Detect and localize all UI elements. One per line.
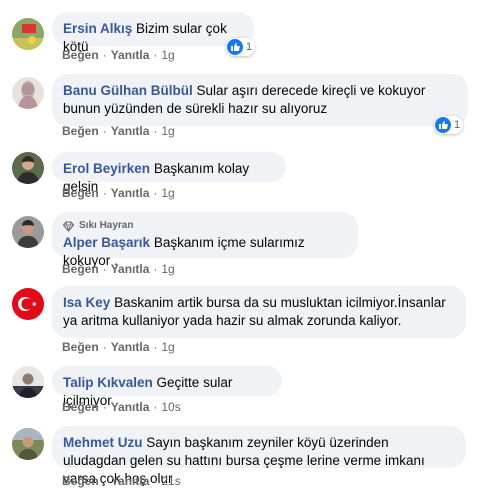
reply-button[interactable]: Yanıtla [111, 474, 150, 488]
reaction-number: 1 [454, 119, 461, 131]
comment-author[interactable]: Talip Kıkvalen [63, 375, 153, 390]
avatar[interactable] [12, 152, 44, 184]
comment-time[interactable]: 1g [161, 340, 174, 354]
separator: · [102, 474, 107, 488]
like-button[interactable]: Beğen [62, 48, 99, 62]
like-button[interactable]: Beğen [62, 340, 99, 354]
separator: · [153, 48, 158, 62]
comment-author[interactable]: Mehmet Uzu [63, 435, 143, 450]
avatar[interactable] [12, 77, 44, 109]
comment-bubble: Ersin Alkış Bizim sular çok kötü [52, 12, 254, 54]
separator: · [153, 262, 158, 276]
comment-author[interactable]: Isa Key [63, 295, 110, 310]
comment-author[interactable]: Erol Beyirken [63, 161, 150, 176]
comment-time[interactable]: 1g [161, 48, 174, 62]
comment-time[interactable]: 1g [161, 124, 174, 138]
reaction-count[interactable]: 1 [226, 38, 256, 56]
reply-button[interactable]: Yanıtla [111, 48, 150, 62]
comment-time[interactable]: 10s [161, 400, 180, 414]
like-button[interactable]: Beğen [62, 400, 99, 414]
avatar[interactable] [12, 288, 44, 320]
comment-author[interactable]: Alper Başarık [63, 235, 150, 250]
like-button[interactable]: Beğen [62, 186, 99, 200]
separator: · [102, 340, 107, 354]
comment-author[interactable]: Banu Gülhan Bülbül [63, 83, 193, 98]
reply-button[interactable]: Yanıtla [111, 124, 150, 138]
comment-actions: Beğen · Yanıtla · 1g [62, 340, 175, 354]
comment-time[interactable]: 21s [161, 474, 180, 488]
comment-actions: Beğen · Yanıtla · 1g [62, 262, 175, 276]
separator: · [153, 186, 158, 200]
fan-badge: Sıkı Hayran [63, 220, 347, 232]
separator: · [102, 400, 107, 414]
like-button[interactable]: Beğen [62, 124, 99, 138]
like-button[interactable]: Beğen [62, 262, 99, 276]
comment-time[interactable]: 1g [161, 262, 174, 276]
comment-bubble: Isa Key Baskanim artik bursa da su muslu… [52, 286, 466, 338]
like-button[interactable]: Beğen [62, 474, 99, 488]
separator: · [102, 186, 107, 200]
separator: · [153, 474, 158, 488]
reply-button[interactable]: Yanıtla [111, 262, 150, 276]
fan-badge-label: Sıkı Hayran [79, 220, 134, 231]
comment-author[interactable]: Ersin Alkış [63, 21, 132, 36]
separator: · [102, 124, 107, 138]
comment-actions: Beğen · Yanıtla · 1g [62, 48, 175, 62]
comment-actions: Beğen · Yanıtla · 1g [62, 124, 175, 138]
reaction-count[interactable]: 1 [434, 116, 464, 134]
comment-actions: Beğen · Yanıtla · 21s [62, 474, 181, 488]
comment-actions: Beğen · Yanıtla · 10s [62, 400, 181, 414]
separator: · [153, 400, 158, 414]
reply-button[interactable]: Yanıtla [111, 400, 150, 414]
reply-button[interactable]: Yanıtla [111, 186, 150, 200]
separator: · [102, 262, 107, 276]
avatar[interactable] [12, 18, 44, 50]
reply-button[interactable]: Yanıtla [111, 340, 150, 354]
reaction-number: 1 [246, 41, 253, 53]
comment-bubble: Erol Beyirken Başkanım kolay gelsin [52, 152, 286, 194]
diamond-icon [63, 220, 74, 232]
separator: · [153, 124, 158, 138]
comment-time[interactable]: 1g [161, 186, 174, 200]
comment-bubble: Talip Kıkvalen Geçitte sular içilmiyor [52, 366, 282, 408]
comment-actions: Beğen · Yanıtla · 1g [62, 186, 175, 200]
comment-bubble: Banu Gülhan Bülbül Sular aşırı derecede … [52, 74, 468, 126]
separator: · [153, 340, 158, 354]
comment-bubble: Sıkı Hayran Alper Başarık Başkanım içme … [52, 212, 358, 268]
avatar[interactable] [12, 428, 44, 460]
like-reaction-icon [227, 39, 243, 55]
separator: · [102, 48, 107, 62]
avatar[interactable] [12, 366, 44, 398]
comment-bubble: Mehmet Uzu Sayın başkanım zeyniler köyü … [52, 426, 466, 486]
comment-text: Baskanim artik bursa da su musluktan ici… [63, 295, 446, 328]
avatar[interactable] [12, 216, 44, 248]
like-reaction-icon [435, 117, 451, 133]
